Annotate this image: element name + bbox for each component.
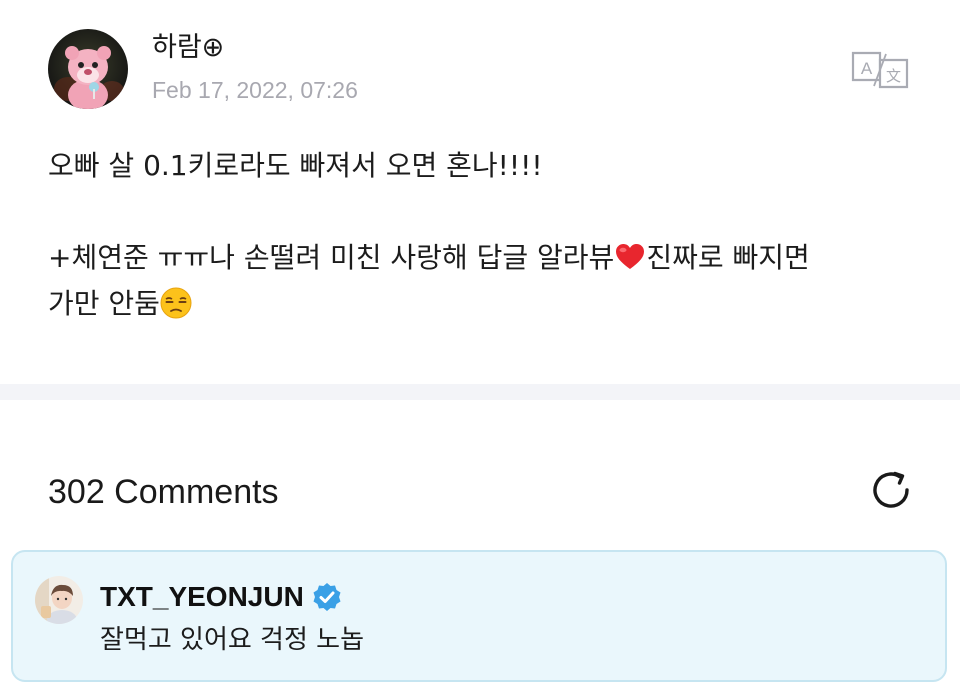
author-avatar[interactable] [48,29,128,109]
comment-avatar-image [35,576,83,624]
translate-button[interactable]: A 文 [850,48,910,90]
section-divider [0,384,960,400]
post-line-2-text-b: 진짜로 빠지면 [646,241,810,274]
post-line-2: +체연준 ㅠㅠ나 손떨려 미친 사랑해 답글 알라뷰 진짜로 빠지면 [48,235,928,281]
comment-author-row: TXT_YEONJUN [100,580,342,614]
comment-author-name[interactable]: TXT_YEONJUN [100,580,304,614]
svg-text:文: 文 [886,67,901,85]
translate-icon: A 文 [851,51,909,89]
comment-author-avatar[interactable] [35,576,83,624]
post-card: 하람⊕ Feb 17, 2022, 07:26 A 文 오빠 살 0.1키로라도… [0,0,960,384]
comment-item[interactable]: TXT_YEONJUN 잘먹고 있어요 걱정 노놉 [11,550,947,682]
refresh-button[interactable] [866,465,916,515]
author-name[interactable]: 하람⊕ [152,31,224,65]
avatar-image [48,29,128,109]
unamused-face-emoji-icon [160,287,192,319]
post-line-3: 가만 안둠 [48,281,928,327]
comments-count-heading: 302 Comments [48,473,279,511]
post-body: 오빠 살 0.1키로라도 빠져서 오면 혼나!!!! +체연준 ㅠㅠ나 손떨려 … [48,143,928,327]
post-line-1: 오빠 살 0.1키로라도 빠져서 오면 혼나!!!! [48,149,543,182]
post-timestamp: Feb 17, 2022, 07:26 [152,77,358,103]
refresh-icon [873,471,909,508]
verified-badge-icon [313,583,341,611]
comment-text: 잘먹고 있어요 걱정 노놉 [100,625,364,655]
svg-text:A: A [861,59,873,78]
heart-emoji-icon [616,244,645,269]
post-line-3-text: 가만 안둠 [48,287,160,320]
post-line-2-text: +체연준 ㅠㅠ나 손떨려 미친 사랑해 답글 알라뷰 [48,241,615,274]
